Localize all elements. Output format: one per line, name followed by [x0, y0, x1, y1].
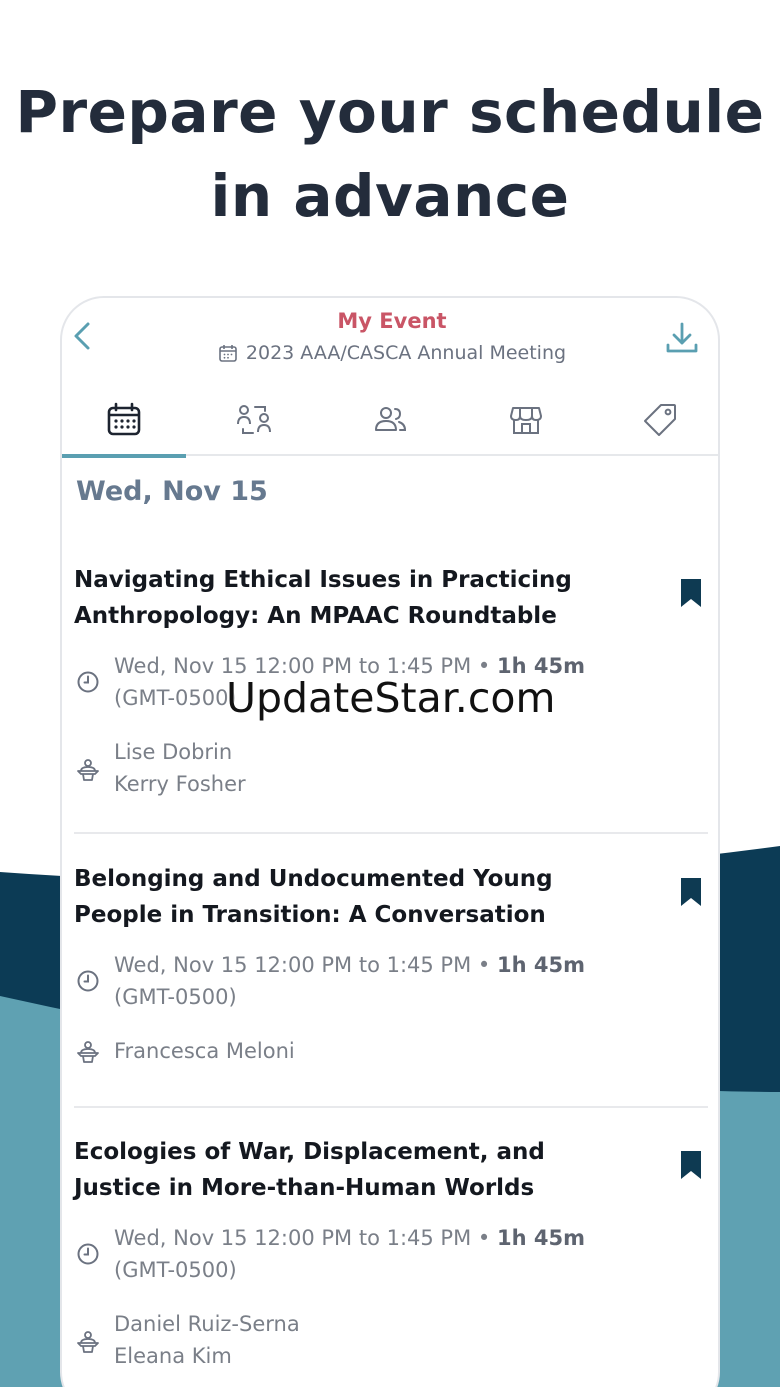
attendees-icon: [375, 407, 407, 431]
headline-line-2: in advance: [210, 162, 570, 230]
session-timezone: (GMT-0500): [114, 1258, 237, 1282]
header-title-block: My Event 2023 AAA/CASCA Annual Meeting: [162, 306, 622, 367]
headline: Prepare your schedule in advance: [0, 70, 780, 238]
session-duration: 1h 45m: [496, 953, 585, 977]
tag-icon: [644, 404, 676, 436]
session-time: Wed, Nov 15 12:00 PM to 1:45 PM: [114, 1226, 472, 1250]
tab-exhibitors[interactable]: [464, 384, 588, 456]
bookmark-icon[interactable]: [680, 877, 702, 907]
session-timezone: (GMT-0500): [114, 686, 237, 710]
event-subtitle-text: 2023 AAA/CASCA Annual Meeting: [245, 342, 567, 364]
back-arrow-icon: [74, 322, 90, 350]
bookmark-icon[interactable]: [680, 578, 702, 608]
session-title[interactable]: Navigating Ethical Issues in Practicing …: [74, 562, 634, 634]
people-connect-icon: [237, 405, 271, 434]
tab-attendees[interactable]: [328, 384, 452, 456]
session-title-line-2: Justice in More-than-Human Worlds: [74, 1175, 535, 1201]
session-time-text: Wed, Nov 15 12:00 PM to 1:45 PM • 1h 45m…: [114, 1226, 585, 1282]
session-title-line-2: Anthropology: An MPAAC Roundtable: [74, 603, 557, 629]
speaker-podium-icon: [77, 1041, 99, 1063]
session-title-line-1: Ecologies of War, Displacement, and: [74, 1139, 545, 1165]
speaker-name[interactable]: Kerry Fosher: [114, 768, 246, 800]
session-title[interactable]: Ecologies of War, Displacement, and Just…: [74, 1134, 634, 1206]
speaker-name[interactable]: Francesca Meloni: [114, 1035, 295, 1067]
tab-networking[interactable]: [192, 384, 316, 456]
watermark: UpdateStar.com: [226, 674, 556, 722]
bookmark-icon[interactable]: [680, 1150, 702, 1180]
clock-icon: [77, 1243, 99, 1265]
session-timezone: (GMT-0500): [114, 985, 237, 1009]
session-title-line-2: People in Transition: A Conversation: [74, 902, 546, 928]
day-header: Wed, Nov 15: [76, 476, 268, 507]
headline-line-1: Prepare your schedule: [15, 78, 765, 146]
storefront-icon: [510, 407, 542, 434]
session-duration: 1h 45m: [496, 1226, 585, 1250]
session-title-line-1: Navigating Ethical Issues in Practicing: [74, 567, 572, 593]
event-subtitle: 2023 AAA/CASCA Annual Meeting: [218, 340, 566, 366]
tab-sponsors[interactable]: [598, 384, 718, 456]
phone-frame: My Event 2023 AAA/CASCA Annual Meeting W…: [60, 296, 720, 1387]
calendar-icon: [219, 345, 237, 362]
speaker-name[interactable]: Eleana Kim: [114, 1340, 300, 1372]
clock-icon: [77, 671, 99, 693]
session-divider: [74, 832, 708, 834]
session-speakers: Daniel Ruiz-Serna Eleana Kim: [114, 1308, 300, 1372]
speaker-podium-icon: [77, 759, 99, 781]
app-header: My Event 2023 AAA/CASCA Annual Meeting: [62, 298, 718, 388]
download-icon: [666, 322, 698, 353]
tab-bar: [62, 384, 718, 458]
tab-schedule[interactable]: [62, 384, 186, 458]
session-speakers: Francesca Meloni: [114, 1035, 295, 1067]
clock-icon: [77, 970, 99, 992]
speaker-name[interactable]: Lise Dobrin: [114, 736, 246, 768]
speaker-podium-icon: [77, 1331, 99, 1353]
back-button[interactable]: [66, 318, 102, 354]
download-button[interactable]: [662, 318, 702, 358]
calendar-grid-icon: [107, 402, 141, 436]
session-speakers: Lise Dobrin Kerry Fosher: [114, 736, 246, 800]
session-title[interactable]: Belonging and Undocumented Young People …: [74, 861, 634, 933]
session-time: Wed, Nov 15 12:00 PM to 1:45 PM: [114, 953, 472, 977]
speaker-name[interactable]: Daniel Ruiz-Serna: [114, 1308, 300, 1340]
session-time-text: Wed, Nov 15 12:00 PM to 1:45 PM • 1h 45m…: [114, 953, 585, 1009]
session-title-line-1: Belonging and Undocumented Young: [74, 866, 553, 892]
session-divider: [74, 1106, 708, 1108]
event-title: My Event: [337, 309, 447, 333]
